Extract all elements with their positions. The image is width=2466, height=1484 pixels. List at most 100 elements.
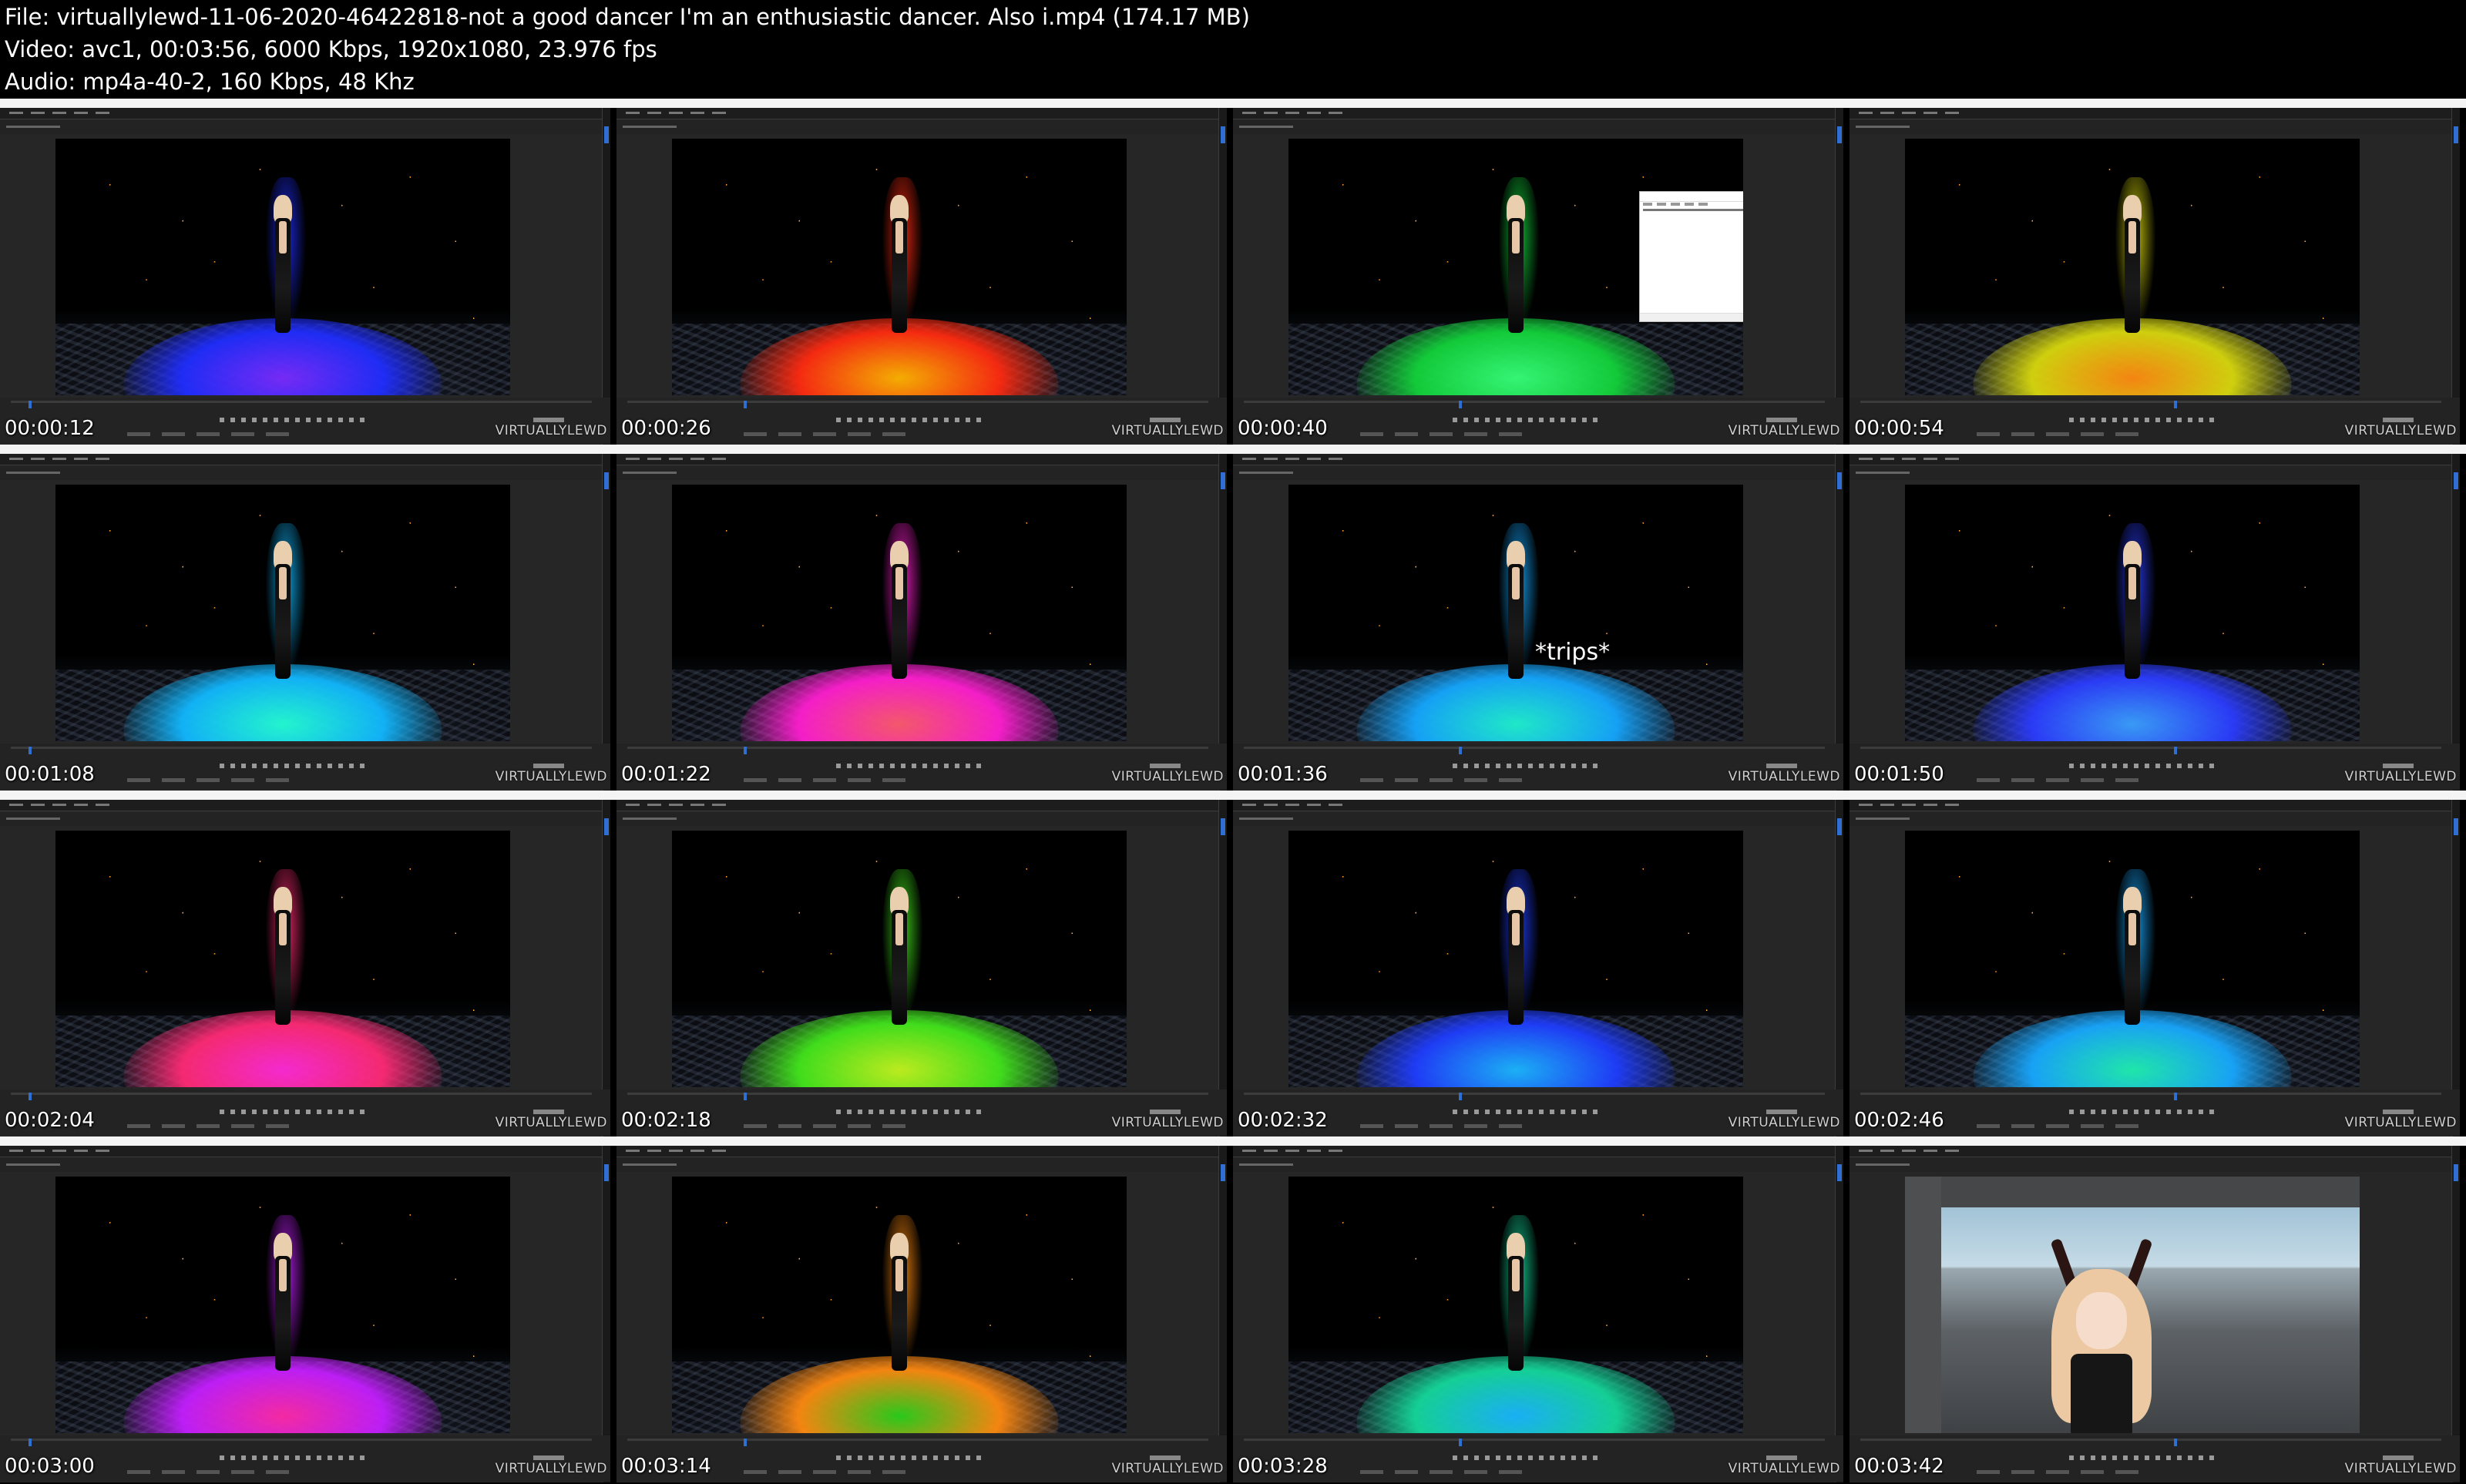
thumbnail-tile[interactable]: 00:01:22 VIRTUALLYLEWD [616,454,1227,791]
scrub-bar[interactable] [11,1439,592,1446]
thumbnail-tile[interactable]: *trips* 00:01:36 VIRTUALLYLEWD [1233,454,1843,791]
monitor-timecode [1766,1110,1797,1114]
playhead-marker[interactable] [743,747,747,754]
thumbnail-timecode: 00:00:26 [621,417,711,440]
panel-tabs[interactable] [127,432,297,436]
editor-menu-bar [1850,800,2460,811]
watermark-text: VIRTUALLYLEWD [495,1461,607,1476]
program-monitor-frame [1905,485,2360,741]
thumbnail-tile[interactable]: 00:02:04 VIRTUALLYLEWD [0,800,610,1137]
thumbnail-tile[interactable]: 00:00:26 VIRTUALLYLEWD [616,108,1227,445]
panel-tabs[interactable] [1360,1470,1530,1474]
scrub-bar[interactable] [11,747,592,754]
thumbnail-timecode: 00:02:46 [1854,1109,1944,1132]
panel-tabs[interactable] [744,432,913,436]
watermark-text: VIRTUALLYLEWD [495,769,607,784]
panel-tabs[interactable] [127,778,297,782]
playhead-marker[interactable] [28,1093,32,1100]
thumbnail-tile[interactable]: 00:02:46 VIRTUALLYLEWD [1850,800,2460,1137]
panel-tabs[interactable] [127,1470,297,1474]
playback-buttons[interactable] [836,764,983,768]
thumbnail-tile[interactable]: 00:01:08 VIRTUALLYLEWD [0,454,610,791]
playhead-marker[interactable] [28,401,32,408]
panel-tabs[interactable] [1977,1470,2146,1474]
panel-tabs[interactable] [744,778,913,782]
panel-tabs[interactable] [1360,1124,1530,1128]
playhead-marker[interactable] [2174,1093,2178,1100]
scrub-bar[interactable] [11,1093,592,1100]
program-monitor-header [1233,812,1843,826]
thumbnail-tile[interactable]: 00:00:54 VIRTUALLYLEWD [1850,108,2460,445]
scrub-bar[interactable] [627,401,1208,408]
scrub-bar[interactable] [1244,1093,1825,1100]
video-info-header: File: virtuallylewd-11-06-2020-46422818-… [0,0,2466,99]
thumbnail-tile[interactable]: 00:03:28 VIRTUALLYLEWD [1233,1146,1843,1482]
scrub-bar[interactable] [627,747,1208,754]
playhead-marker[interactable] [28,1439,32,1446]
thumbnail-tile[interactable]: 00:01:50 VIRTUALLYLEWD [1850,454,2460,791]
playhead-marker[interactable] [1458,747,1462,754]
scrub-bar[interactable] [1244,747,1825,754]
scrub-bar[interactable] [1860,1439,2441,1446]
panel-tabs[interactable] [1360,778,1530,782]
panel-tabs[interactable] [744,1124,913,1128]
monitor-timecode [533,764,564,768]
scrub-bar[interactable] [1860,747,2441,754]
playhead-marker[interactable] [2174,747,2178,754]
dancer-avatar [885,195,913,359]
playhead-marker[interactable] [743,401,747,408]
panel-tabs[interactable] [1977,1124,2146,1128]
playhead-marker[interactable] [743,1439,747,1446]
playback-buttons[interactable] [220,418,366,422]
playback-buttons[interactable] [2069,764,2216,768]
monitor-timecode [1766,764,1797,768]
scrub-bar[interactable] [627,1439,1208,1446]
thumbnail-tile[interactable]: 00:03:42 VIRTUALLYLEWD [1850,1146,2460,1482]
notepad-window[interactable] [1639,191,1743,322]
playback-buttons[interactable] [1453,418,1599,422]
panel-tabs[interactable] [1360,432,1530,436]
playhead-marker[interactable] [1458,401,1462,408]
playback-buttons[interactable] [1453,1455,1599,1460]
thumbnail-tile[interactable]: 00:00:12 VIRTUALLYLEWD [0,108,610,445]
playback-buttons[interactable] [2069,1110,2216,1114]
scrub-bar[interactable] [1860,401,2441,408]
playback-buttons[interactable] [1453,1110,1599,1114]
panel-divider [1218,800,1227,1137]
playback-buttons[interactable] [220,764,366,768]
thumbnail-tile[interactable]: 00:02:32 VIRTUALLYLEWD [1233,800,1843,1137]
scrub-bar[interactable] [1244,401,1825,408]
notepad-menu[interactable] [1643,203,1712,206]
audio-info-line: Audio: mp4a-40-2, 160 Kbps, 48 Khz [5,69,415,95]
playback-buttons[interactable] [836,1455,983,1460]
scrub-bar[interactable] [627,1093,1208,1100]
playhead-marker[interactable] [2174,1439,2178,1446]
playhead-marker[interactable] [28,747,32,754]
playback-buttons[interactable] [836,1110,983,1114]
playback-buttons[interactable] [220,1455,366,1460]
playhead-marker[interactable] [743,1093,747,1100]
scrub-bar[interactable] [11,401,592,408]
panel-divider [2451,454,2460,791]
playback-buttons[interactable] [1453,764,1599,768]
playback-buttons[interactable] [220,1110,366,1114]
scrub-bar[interactable] [1860,1093,2441,1100]
notepad-title-bar[interactable] [1640,192,1743,202]
playback-buttons[interactable] [2069,418,2216,422]
panel-tabs[interactable] [1977,778,2146,782]
panel-tabs[interactable] [1977,432,2146,436]
playback-buttons[interactable] [2069,1455,2216,1460]
playhead-marker[interactable] [1458,1439,1462,1446]
dancer-avatar [885,541,913,705]
playhead-marker[interactable] [2174,401,2178,408]
playback-buttons[interactable] [836,418,983,422]
panel-tabs[interactable] [744,1470,913,1474]
program-monitor-header [1850,812,2460,826]
thumbnail-tile[interactable]: 00:02:18 VIRTUALLYLEWD [616,800,1227,1137]
thumbnail-tile[interactable]: 00:00:40 VIRTUALLYLEWD [1233,108,1843,445]
playhead-marker[interactable] [1458,1093,1462,1100]
panel-tabs[interactable] [127,1124,297,1128]
thumbnail-tile[interactable]: 00:03:00 VIRTUALLYLEWD [0,1146,610,1482]
thumbnail-tile[interactable]: 00:03:14 VIRTUALLYLEWD [616,1146,1227,1482]
scrub-bar[interactable] [1244,1439,1825,1446]
